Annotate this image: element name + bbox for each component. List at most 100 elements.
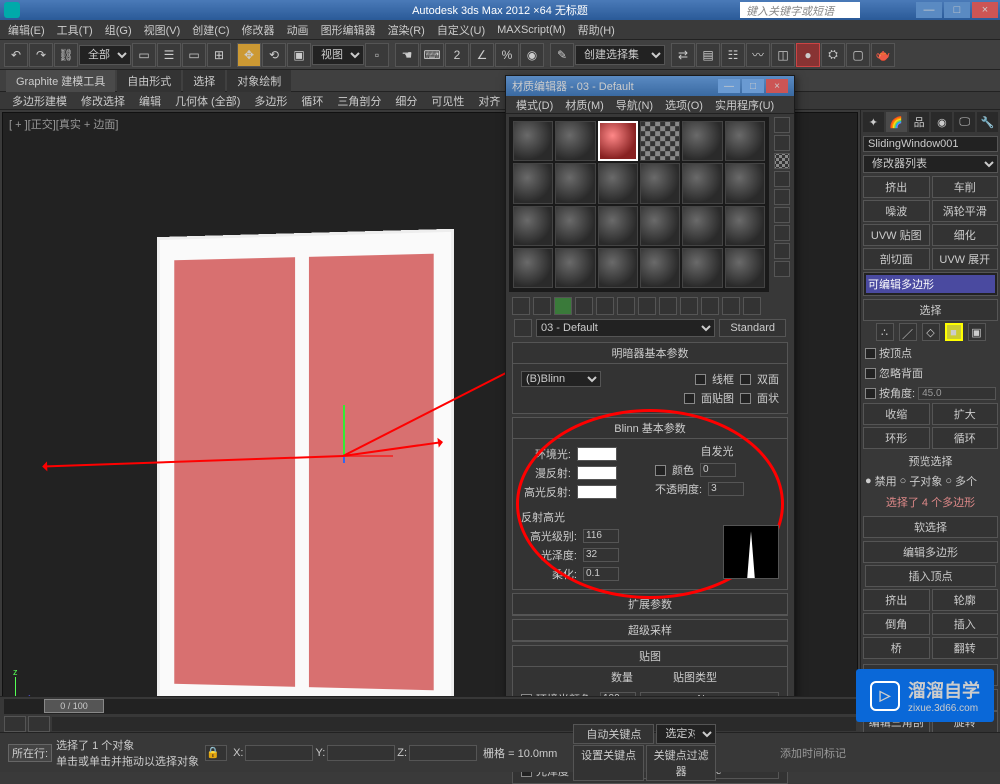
make-unique-button[interactable] [617,297,635,315]
schematic-button[interactable]: ◫ [771,43,795,67]
bridge-button[interactable]: 桥 [863,637,930,659]
key-filters-button[interactable]: 关键点过滤器 [646,745,717,781]
timeline-snap-button[interactable] [28,716,50,732]
rect-region-button[interactable]: ▭ [182,43,206,67]
edit-named-sel-button[interactable]: ✎ [550,43,574,67]
video-check-button[interactable] [774,189,790,205]
sub-polys[interactable]: 多边形 [248,92,293,110]
material-slot[interactable] [513,163,553,203]
material-slot[interactable] [640,206,680,246]
menu-graph[interactable]: 图形编辑器 [315,20,382,40]
material-name-dropdown[interactable]: 03 - Default [536,319,715,337]
material-slot[interactable] [555,163,595,203]
sub-tri[interactable]: 三角剖分 [331,92,387,110]
mat-menu-nav[interactable]: 导航(N) [610,97,659,113]
menu-customize[interactable]: 自定义(U) [431,20,491,40]
rollout-supersample[interactable]: 超级采样 [513,620,787,641]
material-type-button[interactable]: Standard [719,319,786,337]
shader-dropdown[interactable]: (B)Blinn [521,371,601,387]
material-slot[interactable] [682,163,722,203]
mat-close-button[interactable]: × [766,79,788,93]
key-selection-dropdown[interactable]: 选定对象 [656,724,716,744]
sub-edit[interactable]: 编辑 [133,92,167,110]
mat-menu-mode[interactable]: 模式(D) [510,97,559,113]
ring-button[interactable]: 环形 [863,427,930,449]
align-button[interactable]: ▤ [696,43,720,67]
show-map-button[interactable] [680,297,698,315]
scale-button[interactable]: ▣ [287,43,311,67]
material-slot[interactable] [640,248,680,288]
backlight-button[interactable] [774,135,790,151]
mat-minimize-button[interactable]: — [718,79,740,93]
display-tab[interactable]: 🖵 [954,112,975,132]
material-slot[interactable] [598,163,638,203]
by-vertex-check[interactable] [865,348,876,359]
menu-maxscript[interactable]: MAXScript(M) [491,22,571,38]
border-subobj[interactable]: ◇ [922,323,940,341]
menu-animation[interactable]: 动画 [281,20,315,40]
minimize-button[interactable]: — [916,2,942,18]
sub-subdiv[interactable]: 细分 [389,92,423,110]
sub-poly[interactable]: 多边形建模 [6,92,73,110]
rollout-shader[interactable]: 明暗器基本参数 [513,343,787,364]
move-button[interactable]: ✥ [237,43,261,67]
named-selection-dropdown[interactable]: 创建选择集 [575,45,665,65]
ribbon-select[interactable]: 选择 [183,70,225,92]
make-preview-button[interactable] [774,207,790,223]
modifier-stack[interactable]: 可编辑多边形 [863,272,998,296]
ignore-backfacing-check[interactable] [865,368,876,379]
material-slot[interactable] [513,121,553,161]
modifier-list-dropdown[interactable]: 修改器列表 [863,155,998,173]
timeline-mode-button[interactable] [4,716,26,732]
material-slot[interactable] [682,248,722,288]
add-time-tag[interactable]: 添加时间标记 [780,745,846,761]
faceted-check[interactable] [740,393,751,404]
btn-noise[interactable]: 噪波 [863,200,930,222]
layer-button[interactable]: ☷ [721,43,745,67]
sub-visibility[interactable]: 可见性 [425,92,470,110]
flip-button[interactable]: 翻转 [932,637,999,659]
y-coord-input[interactable] [327,745,395,761]
select-by-name-button[interactable]: ☰ [157,43,181,67]
element-subobj[interactable]: ▣ [968,323,986,341]
reset-map-button[interactable] [575,297,593,315]
percent-snap-button[interactable]: % [495,43,519,67]
x-coord-input[interactable] [245,745,313,761]
time-slider[interactable]: 0 / 100 [4,699,856,714]
material-slot[interactable] [513,248,553,288]
twosided-check[interactable] [740,374,751,385]
angle-snap-button[interactable]: ∠ [470,43,494,67]
motion-tab[interactable]: ◉ [931,112,952,132]
shrink-button[interactable]: 收缩 [863,403,930,425]
get-material-button[interactable] [512,297,530,315]
window-crossing-toggle[interactable]: ⊞ [207,43,231,67]
select-object-button[interactable]: ▭ [132,43,156,67]
assign-to-selection-button[interactable] [554,297,572,315]
modify-tab[interactable]: 🌈 [886,112,907,132]
make-copy-button[interactable] [596,297,614,315]
menu-views[interactable]: 视图(V) [138,20,187,40]
z-coord-input[interactable] [409,745,477,761]
render-setup-button[interactable]: ⛭ [821,43,845,67]
put-to-scene-button[interactable] [533,297,551,315]
polygon-subobj[interactable]: ■ [945,323,963,341]
extrude-button[interactable]: 挤出 [863,589,930,611]
btn-tessellate[interactable]: 细化 [932,224,999,246]
ribbon-freeform[interactable]: 自由形式 [117,70,181,92]
options-button[interactable] [774,225,790,241]
curloc-button[interactable]: 所在行: [8,744,52,762]
loop-button[interactable]: 循环 [932,427,999,449]
pivot-center-button[interactable]: ▫ [365,43,389,67]
manipulate-button[interactable]: ☚ [395,43,419,67]
material-slot[interactable] [725,163,765,203]
edge-subobj[interactable]: ／ [899,323,917,341]
redo-button[interactable]: ↷ [29,43,53,67]
facemap-check[interactable] [684,393,695,404]
render-button[interactable]: 🫖 [871,43,895,67]
menu-edit[interactable]: 编辑(E) [2,20,51,40]
menu-tools[interactable]: 工具(T) [51,20,99,40]
sub-geomall[interactable]: 几何体 (全部) [169,92,246,110]
ribbon-objpaint[interactable]: 对象绘制 [227,70,291,92]
sub-modsel[interactable]: 修改选择 [75,92,131,110]
material-slot[interactable] [682,121,722,161]
